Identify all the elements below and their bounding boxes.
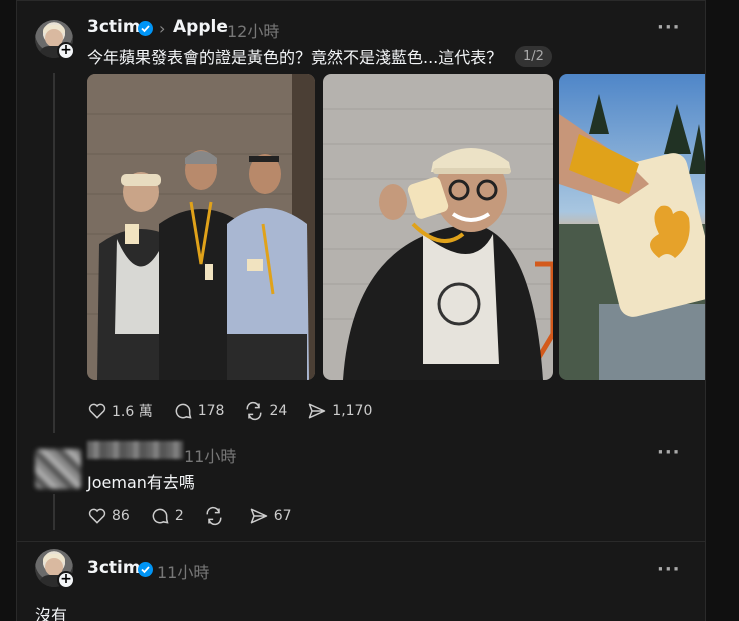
share-icon bbox=[309, 403, 326, 419]
comment-count: 178 bbox=[197, 403, 225, 419]
page-indicator: 1/2 bbox=[515, 46, 552, 67]
repost-button[interactable]: 24 bbox=[244, 401, 287, 421]
chevron-right-icon: › bbox=[159, 19, 166, 38]
post-time[interactable]: 12小時 bbox=[227, 18, 279, 42]
repost-icon bbox=[247, 401, 262, 421]
reply-thread-line bbox=[53, 494, 55, 530]
comment-icon bbox=[152, 508, 169, 524]
community-name[interactable]: Apple bbox=[173, 17, 228, 37]
reply-repost-button[interactable] bbox=[204, 506, 229, 526]
thread-panel: + 3ctim › Apple 12小時 ··· 今年蘋果發表會的證是黃色的？竟… bbox=[16, 0, 706, 621]
reply2-author-name[interactable]: 3ctim bbox=[87, 558, 141, 578]
reply-comment-button[interactable]: 2 bbox=[150, 506, 184, 526]
post-text: 今年蘋果發表會的證是黃色的？竟然不是淺藍色...這代表？ bbox=[87, 48, 503, 67]
repost-count: 24 bbox=[269, 403, 288, 419]
more-icon[interactable]: ··· bbox=[657, 17, 681, 38]
heart-icon bbox=[88, 403, 106, 419]
reply-share-count: 67 bbox=[273, 508, 292, 524]
author-name[interactable]: 3ctim bbox=[87, 17, 141, 37]
post-photo-1[interactable] bbox=[87, 74, 315, 380]
reply-like-button[interactable]: 86 bbox=[87, 506, 130, 526]
reply-author-blurred[interactable] bbox=[87, 441, 183, 459]
like-button[interactable]: 1.6 萬 bbox=[87, 401, 153, 421]
reply-more-icon[interactable]: ··· bbox=[657, 442, 681, 463]
reply2-follow-plus-icon[interactable]: + bbox=[57, 571, 75, 589]
reply2-time[interactable]: 11小時 bbox=[157, 559, 209, 583]
reply-like-count: 86 bbox=[112, 508, 130, 524]
comment-icon bbox=[175, 403, 192, 419]
reply2-more-icon[interactable]: ··· bbox=[657, 559, 681, 580]
reply-share-button[interactable]: 67 bbox=[249, 506, 292, 526]
heart-icon bbox=[88, 508, 106, 524]
share-icon bbox=[250, 508, 267, 524]
reply2-text: 沒有 bbox=[35, 606, 68, 621]
repost-icon bbox=[206, 506, 222, 526]
post-photo-2[interactable] bbox=[323, 74, 553, 380]
verified-icon bbox=[138, 21, 153, 36]
reply-avatar-blurred[interactable] bbox=[35, 449, 81, 489]
divider bbox=[17, 541, 705, 542]
share-button[interactable]: 1,170 bbox=[307, 401, 372, 421]
follow-plus-icon[interactable]: + bbox=[57, 42, 75, 60]
comment-button[interactable]: 178 bbox=[173, 401, 225, 421]
reply-comment-count: 2 bbox=[174, 508, 184, 524]
thread-line bbox=[53, 73, 55, 433]
reply-time[interactable]: 11小時 bbox=[184, 443, 236, 467]
reply-text: Joeman有去嗎 bbox=[87, 473, 195, 492]
share-count: 1,170 bbox=[332, 403, 373, 419]
like-count: 1.6 萬 bbox=[112, 404, 153, 420]
post-photo-3[interactable] bbox=[559, 74, 705, 380]
reply-actions: 86 2 67 bbox=[87, 506, 312, 526]
reply2-verified-icon bbox=[138, 562, 153, 577]
post-actions: 1.6 萬 178 24 1,170 bbox=[87, 401, 392, 421]
